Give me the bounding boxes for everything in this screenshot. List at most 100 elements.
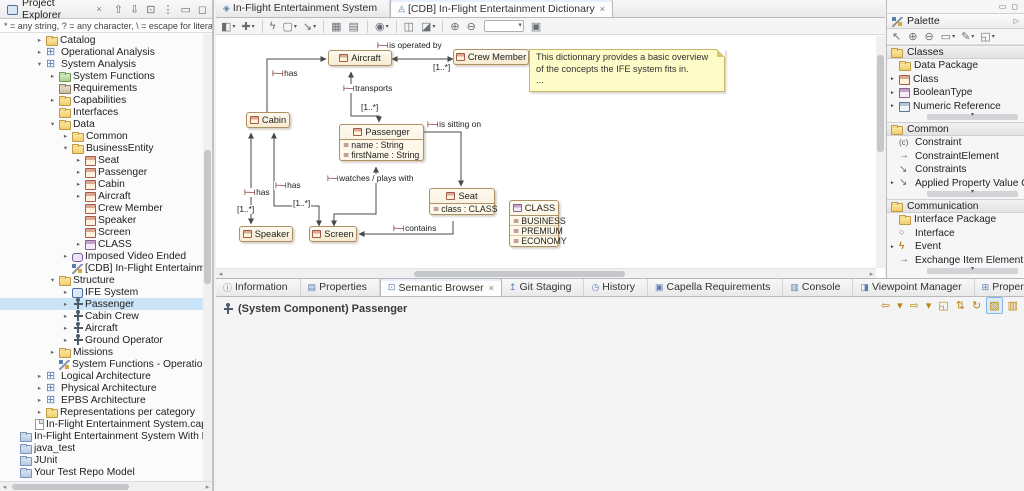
tree-item[interactable]: ▸ Cabin <box>0 178 203 190</box>
navigation-button[interactable]: ▨ <box>986 297 1003 314</box>
tree-item[interactable]: System Functions - Operational Activitie… <box>0 358 203 370</box>
expand-arrow-icon[interactable]: ▸ <box>74 168 83 176</box>
palette-section-header[interactable]: Classes <box>887 45 1024 59</box>
expand-arrow-icon[interactable]: ▸ <box>61 324 70 332</box>
view-tab[interactable]: ▤ Properties <box>301 279 380 296</box>
palette-section-header[interactable]: Communication <box>887 199 1024 213</box>
class-box-speaker[interactable]: Speaker <box>239 226 293 242</box>
diagram-toolbar-button[interactable]: ▤ <box>347 19 362 34</box>
palette-tool-button[interactable]: ⊕ <box>906 29 920 44</box>
view-tab[interactable]: ◷ History <box>584 279 648 296</box>
flyout-arrow-icon[interactable]: ▸ <box>891 180 896 186</box>
explorer-toolbar-button[interactable]: ▭ <box>178 2 192 17</box>
tree-item[interactable]: ▾ BusinessEntity <box>0 142 203 154</box>
view-tab[interactable]: ⊞ Property Values [parent model] <box>975 279 1024 296</box>
edge-label[interactable]: is operated by <box>376 41 443 50</box>
tree-item[interactable]: ▸ CLASS <box>0 238 203 250</box>
palette-more-indicator[interactable] <box>927 114 1018 120</box>
palette-item[interactable]: ▸ Event <box>887 240 1024 254</box>
palette-tool-button[interactable]: ◱ ▾ <box>978 29 996 44</box>
flyout-arrow-icon[interactable]: ▸ <box>891 76 896 82</box>
view-tab[interactable]: ▣ Capella Requirements <box>648 279 784 296</box>
minimize-icon[interactable]: ▭ <box>999 2 1007 11</box>
tree-item[interactable]: Your Test Repo Model <box>0 466 203 478</box>
navigation-button[interactable]: ⇦ <box>879 298 892 313</box>
palette-item[interactable]: ▸ Applied Property Value Groups <box>887 177 1024 191</box>
view-tab[interactable]: ⊡ Semantic Browser × <box>379 279 502 296</box>
palette-item[interactable]: ▸ BooleanType <box>887 86 1024 100</box>
editor-tab[interactable]: ◬ [CDB] In-Flight Entertainment Dictiona… <box>390 0 613 17</box>
class-box-cabin[interactable]: Cabin <box>246 112 290 128</box>
expand-arrow-icon[interactable]: ▸ <box>61 288 70 296</box>
expand-arrow-icon[interactable]: ▸ <box>61 252 70 260</box>
edge-label[interactable]: transports <box>342 84 394 93</box>
expand-arrow-icon[interactable]: ▾ <box>61 144 70 152</box>
view-tab[interactable]: ↥ Git Staging <box>502 279 585 296</box>
expand-arrow-icon[interactable]: ▾ <box>35 60 44 68</box>
palette-item[interactable]: Constraints <box>887 163 1024 177</box>
tree-item[interactable]: ▸ Aircraft <box>0 322 203 334</box>
palette-item[interactable]: Data Package <box>887 59 1024 73</box>
tree-item[interactable]: ▾ Structure <box>0 274 203 286</box>
diagram-toolbar-button[interactable]: ▣ <box>529 19 543 34</box>
expand-arrow-icon[interactable]: ▸ <box>48 348 57 356</box>
diagram-toolbar-button[interactable] <box>395 19 397 33</box>
explorer-toolbar-button[interactable]: ⊡ <box>144 2 157 17</box>
tree-item[interactable]: [CDB] In-Flight Entertainment Dictionary <box>0 262 203 274</box>
expand-arrow-icon[interactable]: ▸ <box>35 384 44 392</box>
tree-item[interactable]: ▾ Data <box>0 118 203 130</box>
expand-arrow-icon[interactable]: ▸ <box>74 180 83 188</box>
tree-item[interactable]: ▸ Representations per category <box>0 406 203 418</box>
diagram-toolbar-button[interactable]: ↘ ▾ <box>301 19 318 34</box>
expand-arrow-icon[interactable]: ▸ <box>35 396 44 404</box>
expand-arrow-icon[interactable]: ▸ <box>48 72 57 80</box>
palette-more-indicator[interactable] <box>927 191 1018 197</box>
tree-item[interactable]: ▸ Seat <box>0 154 203 166</box>
navigation-button[interactable]: ⇨ <box>908 298 921 313</box>
palette-tool-button[interactable]: ▭ ▾ <box>939 29 957 44</box>
expand-arrow-icon[interactable]: ▸ <box>35 372 44 380</box>
tree-item[interactable]: ▸ Cabin Crew <box>0 310 203 322</box>
tree-item[interactable]: ▸ Passenger <box>0 166 203 178</box>
diagram-canvas[interactable]: Aircraft Crew Member Cabin Passenger ≣ na… <box>216 36 876 268</box>
flyout-arrow-icon[interactable]: ▸ <box>891 103 896 109</box>
view-tab[interactable]: ◨ Viewpoint Manager <box>853 279 975 296</box>
explorer-toolbar-button[interactable]: ⇧ <box>112 2 125 17</box>
expand-arrow-icon[interactable]: ▸ <box>74 156 83 164</box>
zoom-level-combo[interactable] <box>483 20 524 32</box>
expand-arrow-icon[interactable]: ▸ <box>61 336 70 344</box>
filter-hint[interactable]: * = any string, ? = any character, \ = e… <box>0 19 212 33</box>
palette-item[interactable]: Exchange Item Element <box>887 254 1024 268</box>
class-box-screen[interactable]: Screen <box>309 226 357 242</box>
diagram-toolbar-button[interactable] <box>261 19 263 33</box>
explorer-toolbar-button[interactable]: ◻ <box>196 2 209 17</box>
palette-item[interactable]: Interface <box>887 227 1024 241</box>
palette-tool-button[interactable]: ⊖ <box>922 29 936 44</box>
navigation-button[interactable]: ▾ <box>924 298 934 313</box>
expand-arrow-icon[interactable]: ▾ <box>48 276 57 284</box>
explorer-toolbar-button[interactable]: ⇩ <box>128 2 141 17</box>
class-box-crew-member[interactable]: Crew Member <box>453 49 529 65</box>
explorer-vscrollbar[interactable] <box>203 34 212 481</box>
expand-arrow-icon[interactable]: ▸ <box>74 192 83 200</box>
tree-item[interactable]: JUnit <box>0 454 203 466</box>
tree-item[interactable]: Interfaces <box>0 106 203 118</box>
tree-item[interactable]: ▸ System Functions <box>0 70 203 82</box>
diagram-toolbar-button[interactable]: ▢ ▾ <box>280 19 298 34</box>
expand-arrow-icon[interactable]: ▾ <box>48 120 57 128</box>
palette-tool-button[interactable]: ↖ <box>890 29 904 44</box>
view-tab[interactable]: ⓘ Information <box>216 279 301 296</box>
tree-item[interactable]: ▸ Ground Operator <box>0 334 203 346</box>
palette-collapse-icon[interactable]: ▷ <box>1014 17 1019 25</box>
expand-arrow-icon[interactable]: ▸ <box>61 132 70 140</box>
diagram-toolbar-button[interactable]: ◧ ▾ <box>219 19 237 34</box>
palette-item[interactable]: ▸ Class <box>887 73 1024 87</box>
palette-item[interactable]: Interface Package <box>887 213 1024 227</box>
palette-section-header[interactable]: Common <box>887 122 1024 136</box>
canvas-hscrollbar[interactable]: ◂ ▸ <box>216 268 876 278</box>
tree-item[interactable]: ▸ Missions <box>0 346 203 358</box>
palette-item[interactable]: Constraint <box>887 136 1024 150</box>
navigation-button[interactable]: ↻ <box>970 298 983 313</box>
expand-arrow-icon[interactable]: ▸ <box>61 300 70 308</box>
explorer-toolbar-button[interactable]: ⋮ <box>160 2 175 17</box>
